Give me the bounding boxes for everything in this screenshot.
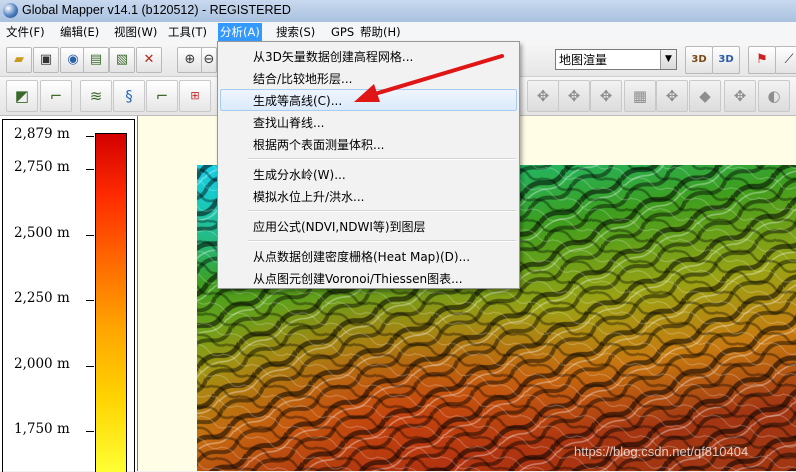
- menu-view[interactable]: 视图(W): [112, 24, 159, 40]
- legend-tick-mark: [86, 431, 94, 432]
- feature-tool-7-button[interactable]: ✥: [724, 80, 756, 112]
- edit-vertex-button[interactable]: ⌐: [146, 80, 178, 112]
- overlay-button[interactable]: ▧: [109, 47, 135, 73]
- legend-tick-mark: [86, 300, 94, 301]
- contour-icon: ≋: [89, 87, 103, 105]
- legend-tick-label: 2,750 m: [14, 159, 70, 175]
- save-button[interactable]: ▣: [33, 47, 59, 73]
- area-icon: ◩: [14, 87, 30, 105]
- overlay-icon: ▧: [115, 52, 129, 67]
- create-watershed-button[interactable]: §: [113, 80, 145, 112]
- feature-tool-icon: ✥: [567, 87, 581, 105]
- feature-tool-4-button[interactable]: ▦: [624, 80, 656, 112]
- menu-bar: 文件(F) 编辑(E) 视图(W) 工具(T) 分析(A) 搜索(S) GPS …: [0, 22, 796, 42]
- zoom-in-icon: ⊕: [184, 52, 196, 67]
- tools-icon: ✕: [143, 52, 155, 67]
- legend-tick-label: 1,750 m: [14, 421, 70, 437]
- feature-tool-icon: ✥: [536, 87, 550, 105]
- legend-tick-mark: [86, 235, 94, 236]
- menu-search[interactable]: 搜索(S): [274, 24, 317, 40]
- 3d-view-button[interactable]: 3D: [685, 46, 713, 74]
- line-icon: ⌐: [49, 87, 63, 105]
- watermark: https://blog.csdn.net/qf810404: [574, 444, 749, 459]
- measure-button[interactable]: ⟋: [775, 46, 796, 74]
- coordinate-icon: ⊞: [190, 89, 200, 102]
- vertex-icon: ⌐: [155, 87, 169, 105]
- legend-tick-label: 2,250 m: [14, 290, 70, 306]
- render-mode-value: 地图渲量: [559, 53, 608, 67]
- folder-icon: ▰: [14, 52, 24, 67]
- layer-control-button[interactable]: ▤: [83, 47, 109, 73]
- create-line-button[interactable]: ⌐: [40, 80, 72, 112]
- legend-tick-mark: [86, 169, 94, 170]
- menu-help[interactable]: 帮助(H): [358, 24, 403, 40]
- watershed-icon: §: [125, 87, 133, 105]
- 3d-path-button[interactable]: 3D: [712, 46, 740, 74]
- annotation-arrow: [354, 54, 504, 102]
- legend-tick-label: 2,500 m: [14, 225, 70, 241]
- menu-item-measure-volume[interactable]: 根据两个表面测量体积...: [220, 133, 517, 155]
- globe-icon: ◉: [67, 52, 79, 67]
- feature-tool-icon: ▦: [632, 87, 648, 105]
- feature-tool-3-button[interactable]: ✥: [590, 80, 622, 112]
- menu-tools[interactable]: 工具(T): [166, 24, 209, 40]
- floppy-icon: ▣: [39, 52, 53, 67]
- render-mode-select[interactable]: 地图渲量 ▼: [555, 49, 677, 70]
- feature-tool-1-button[interactable]: ✥: [527, 80, 559, 112]
- open-button[interactable]: ▰: [6, 47, 32, 73]
- menu-separator: [248, 240, 516, 242]
- chevron-down-icon[interactable]: ▼: [660, 50, 676, 69]
- menu-gps[interactable]: GPS: [329, 24, 356, 40]
- feature-tool-icon: ✥: [733, 87, 747, 105]
- layers-icon: ▤: [89, 52, 103, 67]
- menu-edit[interactable]: 编辑(E): [58, 24, 101, 40]
- menu-file[interactable]: 文件(F): [4, 24, 47, 40]
- menu-item-find-ridge-lines[interactable]: 查找山脊线...: [220, 111, 517, 133]
- zoom-out-button[interactable]: ⊖: [201, 47, 217, 73]
- elevation-color-ramp: [95, 133, 127, 472]
- menu-item-apply-formula[interactable]: 应用公式(NDVI,NDWI等)到图层: [220, 215, 517, 237]
- legend-tick-mark: [86, 136, 94, 137]
- menu-separator: [248, 210, 516, 212]
- zoom-in-button[interactable]: ⊕: [177, 47, 203, 73]
- menu-item-voronoi[interactable]: 从点图元创建Voronoi/Thiessen图表...: [220, 267, 517, 289]
- menu-item-generate-watershed[interactable]: 生成分水岭(W)...: [220, 163, 517, 185]
- feature-tool-2-button[interactable]: ✥: [558, 80, 590, 112]
- flag-icon: ⚑: [756, 52, 768, 67]
- feature-tool-8-button[interactable]: ◐: [758, 80, 790, 112]
- config-button[interactable]: ✕: [136, 47, 162, 73]
- feature-tool-icon: ◐: [767, 87, 781, 105]
- legend-tick-label: 2,000 m: [14, 356, 70, 372]
- coordinate-button[interactable]: ⊞: [179, 80, 211, 112]
- globe-icon: [3, 3, 18, 18]
- create-area-button[interactable]: ◩: [6, 80, 38, 112]
- feature-tool-icon: ✥: [599, 87, 613, 105]
- legend-tick-label: 2,879 m: [14, 126, 70, 142]
- menu-separator: [248, 158, 516, 160]
- menu-item-density-grid[interactable]: 从点数据创建密度栅格(Heat Map)(D)...: [220, 245, 517, 267]
- legend-tick-mark: [86, 366, 94, 367]
- menu-analysis[interactable]: 分析(A): [218, 23, 262, 41]
- measure-icon: ⟋: [784, 52, 794, 67]
- menu-item-simulate-flood[interactable]: 模拟水位上升/洪水...: [220, 185, 517, 207]
- window-title: Global Mapper v14.1 (b120512) - REGISTER…: [22, 3, 291, 17]
- create-contour-button[interactable]: ≋: [80, 80, 112, 112]
- feature-tool-5-button[interactable]: ✥: [656, 80, 688, 112]
- feature-tool-icon: ✥: [665, 87, 679, 105]
- 3d-icon: 3D: [691, 54, 707, 65]
- title-bar: Global Mapper v14.1 (b120512) - REGISTER…: [0, 0, 796, 23]
- feature-tool-6-button[interactable]: ◆: [689, 80, 721, 112]
- zoom-out-icon: ⊖: [203, 52, 215, 67]
- flag-button[interactable]: ⚑: [748, 46, 776, 74]
- 3d-path-icon: 3D: [718, 54, 734, 65]
- feature-tool-icon: ◆: [699, 87, 711, 105]
